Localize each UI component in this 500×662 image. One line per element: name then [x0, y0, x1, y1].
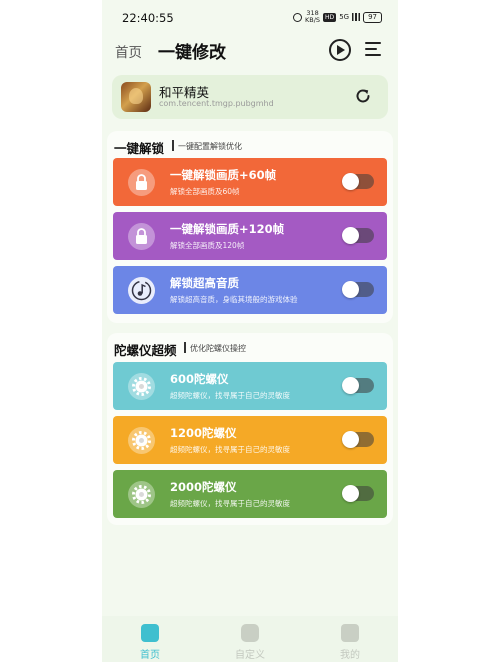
nav-tab-home[interactable]: 首页 [120, 624, 180, 661]
feature-gyro-1200[interactable]: 1200陀螺仪 超频陀螺仪，找寻属于自己的灵敏度 [113, 416, 387, 464]
gear-icon [128, 427, 155, 454]
section-subtitle: 优化陀螺仪操控 [190, 344, 246, 353]
nav-label: 自定义 [235, 650, 265, 661]
game-package: com.tencent.tmgp.pubgmhd [159, 99, 274, 108]
feature-toggle[interactable] [342, 431, 374, 448]
user-icon [341, 624, 359, 642]
lock-icon [128, 223, 155, 250]
hd-badge: HD [323, 12, 337, 22]
menu-icon[interactable] [365, 41, 381, 57]
feature-desc: 超频陀螺仪，找寻属于自己的灵敏度 [170, 445, 290, 454]
signal-label: 5G [339, 13, 350, 21]
feature-toggle[interactable] [342, 227, 374, 244]
feature-toggle[interactable] [342, 485, 374, 502]
feature-unlock-120fps[interactable]: 一键解锁画质+120帧 解锁全部画质及120帧 [113, 212, 387, 260]
lock-icon [128, 169, 155, 196]
section-divider [172, 140, 174, 151]
home-link[interactable]: 首页 [115, 41, 142, 61]
alarm-icon [293, 12, 302, 22]
section-title: 一键解锁 [114, 141, 165, 156]
section-title: 陀螺仪超频 [114, 343, 177, 358]
feature-gyro-2000[interactable]: 2000陀螺仪 超频陀螺仪，找寻属于自己的灵敏度 [113, 470, 387, 518]
feature-toggle[interactable] [342, 173, 374, 190]
gear-icon [128, 373, 155, 400]
battery-indicator: 97 [363, 11, 382, 23]
signal-bars-icon [352, 13, 361, 21]
status-time: 22:40:55 [122, 11, 174, 25]
nav-label: 我的 [340, 650, 360, 661]
bottom-nav: 首页 自定义 我的 [102, 616, 398, 662]
play-icon[interactable] [329, 39, 351, 61]
feature-desc: 解锁全部画质及120帧 [170, 241, 245, 250]
home-icon [141, 624, 159, 642]
nav-tab-custom[interactable]: 自定义 [220, 624, 280, 661]
feature-desc: 超频陀螺仪，找寻属于自己的灵敏度 [170, 391, 290, 400]
nav-label: 首页 [140, 650, 160, 661]
nav-tab-profile[interactable]: 我的 [320, 624, 380, 661]
section-divider [184, 342, 186, 353]
feature-desc: 超频陀螺仪，找寻属于自己的灵敏度 [170, 499, 290, 508]
feature-hq-audio[interactable]: 解锁超高音质 解锁超高音质，身临其境般的游戏体验 [113, 266, 387, 314]
speed-unit: KB/S [305, 16, 321, 24]
feature-title: 一键解锁画质+60帧 [170, 168, 277, 182]
feature-title: 1200陀螺仪 [170, 426, 237, 440]
custom-icon [241, 624, 259, 642]
game-selector[interactable]: 和平精英 com.tencent.tmgp.pubgmhd [112, 75, 388, 119]
app-screen: 22:40:55 318 KB/S HD 5G 97 首页 一键修改 和平精英 … [102, 0, 398, 662]
section-subtitle: 一键配置解锁优化 [178, 142, 242, 151]
feature-toggle[interactable] [342, 377, 374, 394]
network-speed: 318 KB/S [305, 10, 320, 24]
gear-icon [128, 481, 155, 508]
feature-title: 2000陀螺仪 [170, 480, 237, 494]
music-note-icon [128, 277, 155, 304]
status-icons: 318 KB/S HD 5G 97 [293, 10, 382, 24]
page-title: 一键修改 [158, 43, 226, 63]
status-bar: 22:40:55 318 KB/S HD 5G 97 [102, 0, 398, 36]
refresh-icon[interactable] [354, 87, 372, 105]
feature-title: 一键解锁画质+120帧 [170, 222, 285, 236]
feature-title: 600陀螺仪 [170, 372, 229, 386]
feature-desc: 解锁全部画质及60帧 [170, 187, 240, 196]
game-thumbnail [121, 82, 151, 112]
feature-toggle[interactable] [342, 281, 374, 298]
feature-desc: 解锁超高音质，身临其境般的游戏体验 [170, 295, 298, 304]
feature-gyro-600[interactable]: 600陀螺仪 超频陀螺仪，找寻属于自己的灵敏度 [113, 362, 387, 410]
top-header: 首页 一键修改 [102, 36, 398, 72]
feature-unlock-60fps[interactable]: 一键解锁画质+60帧 解锁全部画质及60帧 [113, 158, 387, 206]
feature-title: 解锁超高音质 [170, 276, 239, 290]
